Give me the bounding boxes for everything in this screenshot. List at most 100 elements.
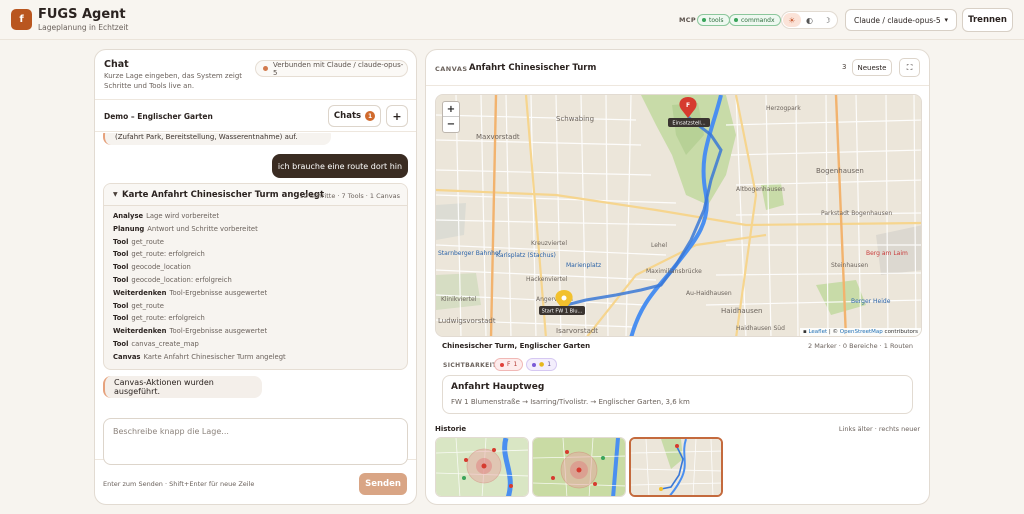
send-button[interactable]: Senden — [359, 473, 407, 495]
map-label-text: Maxvorstadt — [476, 133, 520, 141]
theme-toggle: ☀ ◐ ☽ — [781, 11, 838, 29]
activity-step-text: geocode_location — [131, 263, 191, 272]
fullscreen-icon[interactable]: ⛶ — [899, 58, 920, 77]
marker-start-tooltip: Start FW 1 Blu... — [539, 306, 585, 315]
app-header: f FUGS Agent Lageplanung in Echtzeit MCP… — [0, 0, 1024, 40]
activity-step: Tool get_route — [113, 238, 164, 246]
activity-step-text: Karte Anfahrt Chinesischer Turm angelegt — [143, 352, 286, 361]
activity-card-header[interactable]: ▼ Karte Anfahrt Chinesischer Turm angele… — [104, 184, 407, 206]
activity-step: Analyse Lage wird vorbereitet — [113, 212, 219, 220]
activity-step-kind: Canvas — [113, 352, 141, 361]
canvas-header: CANVAS Anfahrt Chinesischer Turm 3 Neues… — [426, 50, 929, 86]
mcp-chip-label: commandx — [741, 16, 775, 24]
activity-card-body: ▼ Karte Anfahrt Chinesischer Turm angele… — [103, 183, 408, 370]
activity-step-kind: Tool — [113, 263, 129, 272]
activity-step-kind: Tool — [113, 340, 129, 348]
leaflet-link[interactable]: Leaflet — [808, 329, 827, 335]
activity-step: Tool geocode_location — [113, 263, 191, 271]
map-attribution: ▪ Leaflet | © OpenStreetMap contributors — [799, 328, 921, 336]
connection-status-badge: Verbunden mit Claude / claude-opus-5 — [255, 60, 408, 77]
activity-step-text: Tool-Ergebnisse ausgewertet — [169, 327, 268, 336]
visibility-chip-start[interactable]: ● 1 — [526, 358, 558, 371]
visibility-chip-label: F — [507, 361, 511, 368]
caret-down-icon: ▼ — [113, 191, 118, 198]
route-card[interactable]: Anfahrt Hauptweg FW 1 Blumenstraße → Isa… — [442, 375, 913, 414]
history-thumbnail[interactable] — [435, 437, 529, 497]
activity-step-kind: Analyse — [113, 212, 144, 220]
disconnect-button[interactable]: Trennen — [962, 8, 1013, 32]
map-label-text: Au-Haidhausen — [686, 290, 732, 297]
chats-button-label: Chats — [333, 111, 362, 121]
activity-step-kind: Tool — [113, 314, 129, 323]
activity-step: Tool get_route: erfolgreich — [113, 314, 205, 322]
map-label-text: Herzogpark — [766, 105, 801, 112]
status-dot-icon — [532, 362, 536, 367]
newest-button[interactable]: Neueste — [852, 59, 892, 76]
map-label-text: Altbogenhausen — [736, 186, 785, 193]
status-dot-icon — [500, 362, 504, 367]
user-message: ich brauche eine route dort hin — [272, 154, 408, 178]
activity-step-kind: Weiterdenken — [113, 327, 167, 336]
activity-step: Planung Antwort und Schritte vorbereitet — [113, 225, 258, 233]
app-subtitle: Lageplanung in Echtzeit — [38, 23, 129, 32]
activity-step-text: Tool-Ergebnisse ausgewertet — [169, 288, 268, 297]
chat-toolbar: Demo – Englischer Garten Chats 1 + — [95, 99, 416, 132]
activity-step-text: geocode_location: erfolgreich — [131, 276, 232, 284]
activity-step-kind: Tool — [113, 301, 129, 310]
activity-step-text: canvas_create_map — [131, 340, 199, 348]
map-label-text: Maximiliansbrücke — [646, 268, 702, 275]
activity-step-kind: Planung — [113, 224, 145, 233]
attribution-suffix: contributors — [884, 329, 918, 335]
zoom-out-button[interactable]: − — [443, 117, 459, 132]
chats-count-badge: 1 — [365, 111, 376, 121]
map-label-text: Haidhausen Süd — [736, 325, 785, 332]
visibility-chip-count: 1 — [547, 361, 552, 368]
canvas-label: CANVAS — [435, 65, 468, 73]
chat-title: Chat — [104, 59, 129, 70]
map-label-text: Marienplatz — [566, 262, 601, 269]
map-label-text: Berger Heide — [851, 298, 891, 305]
marker-f-tooltip: Einsatzstell... — [668, 118, 710, 127]
zoom-in-button[interactable]: + — [443, 102, 459, 117]
chevron-down-icon: ▾ — [944, 16, 948, 24]
activity-step-text: Antwort und Schritte vorbereitet — [147, 224, 258, 233]
activity-step-text: get_route — [131, 237, 164, 246]
conversation-title: Demo – Englischer Garten — [104, 112, 213, 121]
app-logo: f — [11, 9, 32, 30]
history-thumbnail[interactable] — [532, 437, 626, 497]
map-label-text: Kreuzviertel — [531, 240, 567, 247]
mcp-chip-tools[interactable]: tools — [697, 14, 730, 26]
sun-icon[interactable]: ☀ — [783, 13, 801, 27]
history-thumbnail-active[interactable] — [629, 437, 723, 497]
map-label-text: Klinikviertel — [441, 296, 477, 303]
osm-link[interactable]: OpenStreetMap — [840, 329, 883, 335]
map-label-text: Berg am Laim — [866, 250, 908, 257]
marker-f-letter: F — [686, 102, 690, 109]
assistant-message: (Zufahrt Park, Bereitstellung, Wasserent… — [103, 133, 331, 145]
activity-step: Weiterdenken Tool-Ergebnisse ausgewertet — [113, 289, 267, 297]
visibility-chip-f[interactable]: F 1 — [494, 358, 524, 371]
marker-f-label: Einsatzstell... — [672, 121, 706, 127]
activity-step: Tool canvas_create_map — [113, 340, 199, 348]
map-label-text: Starnberger Bahnhof — [438, 250, 502, 257]
map-label-text: Ludwigsvorstadt — [438, 317, 496, 325]
activity-step-kind: Tool — [113, 250, 129, 259]
map-label-text: Hackenviertel — [526, 276, 568, 283]
map-label-text: Steinhausen — [831, 262, 868, 269]
new-chat-button[interactable]: + — [386, 105, 408, 127]
activity-step-kind: Tool — [113, 276, 129, 284]
activity-step-text: get_route — [131, 301, 164, 310]
activity-step-text: get_route: erfolgreich — [131, 314, 205, 323]
mcp-chip-commandx[interactable]: commandx — [729, 14, 781, 26]
status-dot-icon — [702, 18, 706, 22]
chats-button[interactable]: Chats 1 — [328, 105, 381, 127]
moon-icon[interactable]: ☽ — [818, 13, 836, 27]
contrast-icon[interactable]: ◐ — [801, 13, 819, 27]
map-label-text: Isarvorstadt — [556, 327, 598, 335]
composer-hint: Enter zum Senden · Shift+Enter für neue … — [103, 480, 255, 488]
message-input[interactable]: Beschreibe knapp die Lage... — [103, 418, 408, 465]
map-view[interactable]: Maxvorstadt Schwabing Bogenhausen Altbog… — [435, 94, 922, 337]
map-tiles[interactable]: Maxvorstadt Schwabing Bogenhausen Altbog… — [436, 95, 922, 337]
map-label-text: Schwabing — [556, 115, 594, 123]
model-select[interactable]: Claude / claude-opus-5 ▾ — [845, 9, 957, 31]
